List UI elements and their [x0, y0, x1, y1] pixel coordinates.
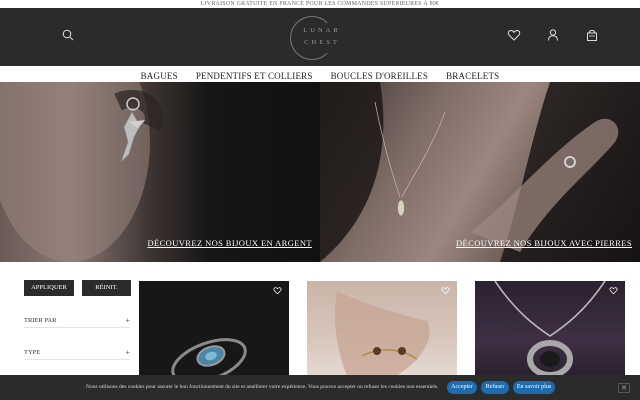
- cookie-message: Nous utilisons des cookies pour assurer …: [86, 384, 439, 390]
- filter-sort-by[interactable]: TRIER PAR +: [24, 314, 130, 328]
- logo-line-2: CHEST: [304, 39, 340, 46]
- expand-plus-icon[interactable]: +: [125, 314, 130, 328]
- expand-plus-icon[interactable]: +: [125, 346, 130, 360]
- announcement-bar: LIVRAISON GRATUITE EN FRANCE POUR LES CO…: [0, 0, 640, 8]
- filter-sort-label: TRIER PAR: [24, 317, 57, 324]
- site-logo[interactable]: LUNAR CHEST: [288, 16, 352, 60]
- cookie-banner: Nous utilisons des cookies pour assurer …: [0, 375, 640, 400]
- wishlist-heart-icon[interactable]: [441, 286, 450, 295]
- site-header: LUNAR CHEST: [0, 8, 640, 66]
- main-nav: BAGUES PENDENTIFS ET COLLIERS BOUCLES D'…: [0, 66, 640, 82]
- filter-type[interactable]: TYPE +: [24, 346, 130, 360]
- reset-filters-button[interactable]: RÉINIT.: [82, 280, 131, 296]
- cookie-learn-more-button[interactable]: En savoir plus: [513, 381, 555, 394]
- user-icon[interactable]: [546, 28, 560, 42]
- wishlist-heart-icon[interactable]: [273, 286, 282, 295]
- hero-gemstone-jewelry[interactable]: DÉCOUVREZ NOS BIJOUX AVEC PIERRES: [320, 82, 640, 262]
- search-icon[interactable]: [61, 28, 75, 42]
- hero-left-image: [0, 82, 163, 262]
- apply-filters-button[interactable]: APPLIQUER: [24, 280, 74, 296]
- hero-left-cta[interactable]: DÉCOUVREZ NOS BIJOUX EN ARGENT: [147, 238, 312, 248]
- hero-right-cta[interactable]: DÉCOUVREZ NOS BIJOUX AVEC PIERRES: [456, 238, 632, 248]
- heart-icon[interactable]: [507, 28, 521, 42]
- hero-right-image: [320, 82, 640, 262]
- hero-silver-jewelry[interactable]: DÉCOUVREZ NOS BIJOUX EN ARGENT: [0, 82, 320, 262]
- cart-icon[interactable]: [585, 28, 599, 42]
- wishlist-heart-icon[interactable]: [609, 286, 618, 295]
- filter-type-label: TYPE: [24, 349, 41, 356]
- logo-line-1: LUNAR: [303, 27, 341, 34]
- cookie-refuse-button[interactable]: Refuser: [481, 381, 509, 394]
- cookie-accept-button[interactable]: Accepter: [447, 381, 477, 394]
- close-icon[interactable]: ✕: [618, 383, 630, 393]
